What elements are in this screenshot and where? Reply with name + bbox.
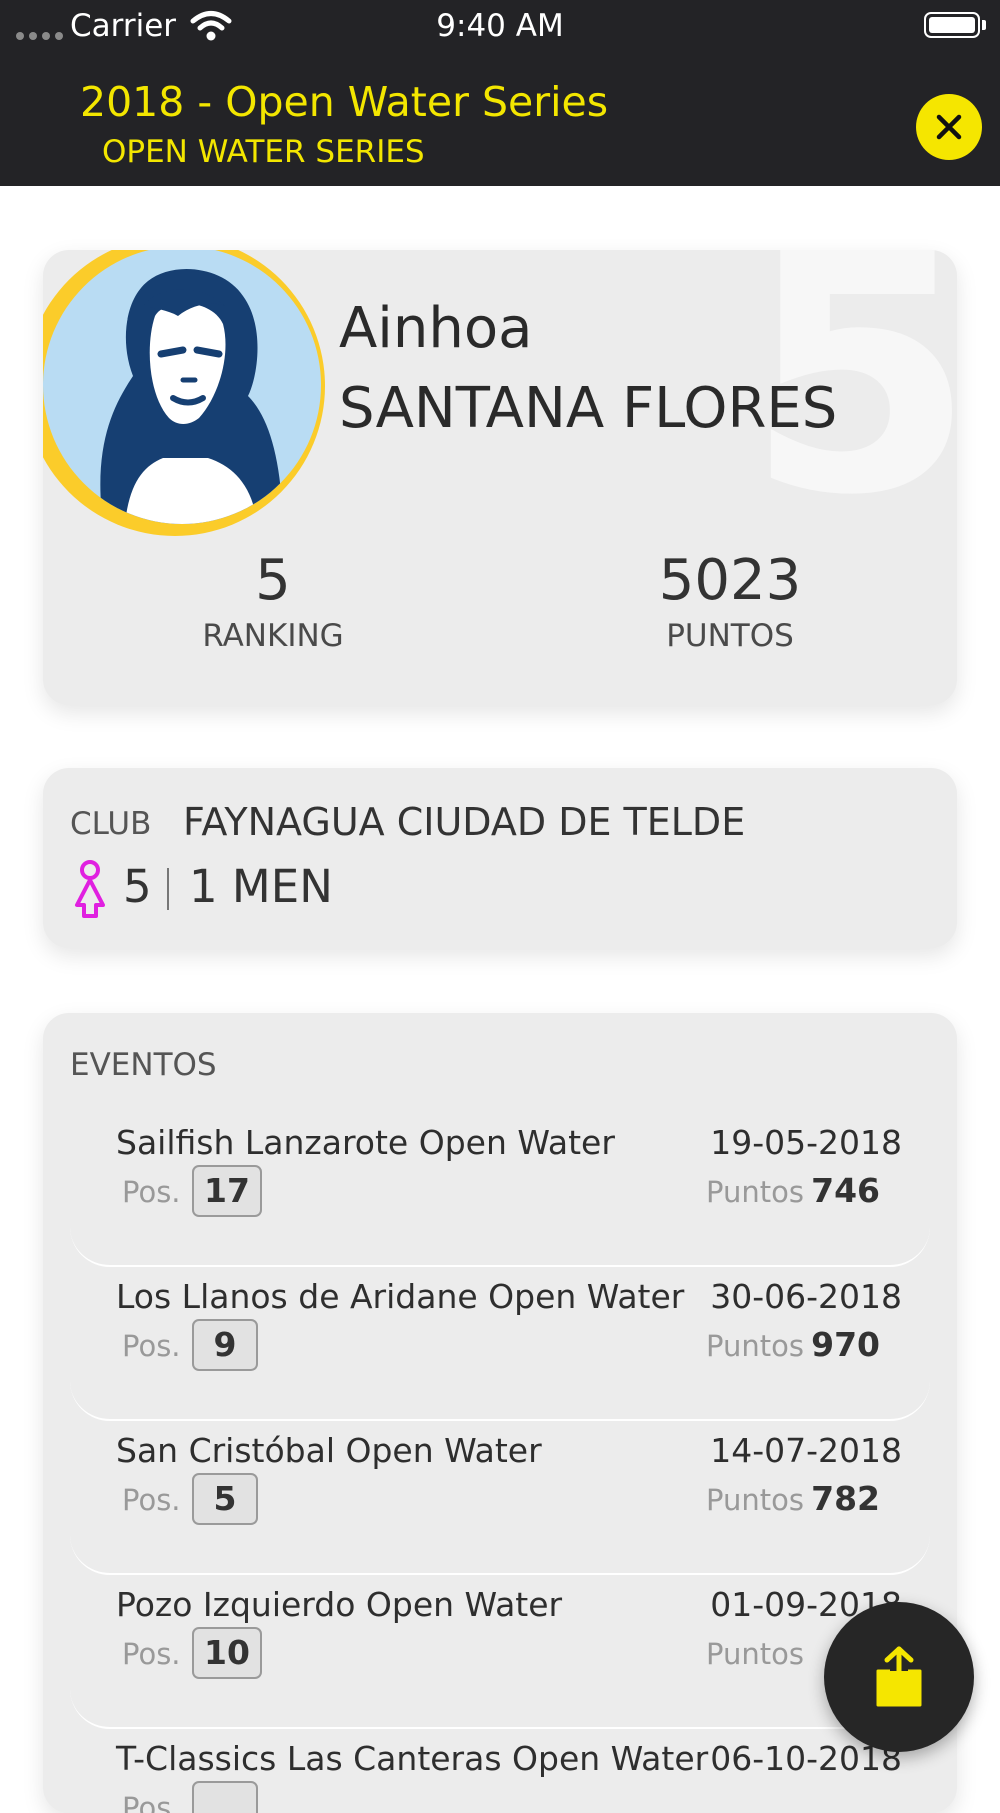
event-name: Pozo Izquierdo Open Water (116, 1585, 563, 1624)
event-row[interactable]: Los Llanos de Aridane Open Water 30-06-2… (70, 1267, 930, 1421)
event-name: San Cristóbal Open Water (116, 1431, 542, 1470)
events-list: Sailfish Lanzarote Open Water 19-05-2018… (70, 1113, 930, 1813)
event-name: Sailfish Lanzarote Open Water (116, 1123, 615, 1162)
points-label: Puntos (706, 1637, 804, 1671)
event-row[interactable]: San Cristóbal Open Water 14-07-2018 Pos.… (70, 1421, 930, 1575)
position-label: Pos. (122, 1483, 181, 1517)
battery-cap (982, 20, 986, 30)
avatar (43, 250, 321, 524)
event-row[interactable]: Sailfish Lanzarote Open Water 19-05-2018… (70, 1113, 930, 1267)
divider (167, 868, 169, 910)
event-row[interactable]: T-Classics Las Canteras Open Water 06-10… (70, 1729, 930, 1813)
club-label: CLUB (70, 806, 152, 842)
ranking-stat: 5 RANKING (123, 550, 423, 654)
profile-card: 5 Ainhoa SANTANA FLORES 5 RANKING 5023 P… (43, 250, 957, 705)
status-bar: Carrier 9:40 AM (0, 0, 1000, 52)
close-button[interactable] (916, 94, 982, 160)
position-label: Pos. (122, 1175, 181, 1209)
ranking-value: 5 (255, 548, 291, 613)
points-label: Puntos (706, 1175, 804, 1209)
page-title: 2018 - Open Water Series (80, 78, 609, 126)
page-subtitle: OPEN WATER SERIES (102, 134, 425, 170)
event-points: 970 (811, 1325, 880, 1364)
last-name: SANTANA FLORES (339, 376, 838, 441)
position-label: Pos. (122, 1637, 181, 1671)
position-badge: 17 (192, 1165, 262, 1217)
position-badge: 5 (192, 1473, 258, 1525)
events-card: EVENTOS Sailfish Lanzarote Open Water 19… (43, 1013, 957, 1813)
first-name: Ainhoa (339, 296, 533, 361)
position-badge (192, 1781, 258, 1813)
points-label: Puntos (706, 1329, 804, 1363)
position-badge: 10 (192, 1627, 262, 1679)
club-card: CLUB FAYNAGUA CIUDAD DE TELDE 5 1 MEN (43, 768, 957, 948)
points-value: 5023 (658, 548, 802, 613)
status-time: 9:40 AM (436, 8, 564, 44)
event-date: 19-05-2018 (710, 1123, 902, 1162)
points-label: PUNTOS (666, 617, 794, 654)
ranking-label: RANKING (202, 617, 344, 654)
app-header: Carrier 9:40 AM 2018 - Open Water Series… (0, 0, 1000, 186)
event-row[interactable]: Pozo Izquierdo Open Water 01-09-2018 Pos… (70, 1575, 930, 1729)
avatar-portrait (100, 269, 283, 524)
club-number: 5 (123, 860, 152, 913)
events-heading: EVENTOS (70, 1047, 217, 1083)
close-icon (936, 114, 962, 140)
position-label: Pos. (122, 1791, 181, 1813)
female-icon (75, 860, 105, 918)
battery-icon (924, 12, 980, 38)
event-name: T-Classics Las Canteras Open Water (116, 1739, 709, 1778)
club-name: FAYNAGUA CIUDAD DE TELDE (183, 800, 746, 844)
position-badge: 9 (192, 1319, 258, 1371)
points-stat: 5023 PUNTOS (580, 550, 880, 654)
club-category: 1 MEN (189, 860, 333, 913)
event-name: Los Llanos de Aridane Open Water (116, 1277, 685, 1316)
share-button[interactable] (824, 1602, 974, 1752)
event-date: 30-06-2018 (710, 1277, 902, 1316)
points-label: Puntos (706, 1483, 804, 1517)
event-date: 14-07-2018 (710, 1431, 902, 1470)
share-icon (876, 1646, 922, 1707)
event-points: 746 (811, 1171, 880, 1210)
event-points: 782 (811, 1479, 880, 1518)
position-label: Pos. (122, 1329, 181, 1363)
